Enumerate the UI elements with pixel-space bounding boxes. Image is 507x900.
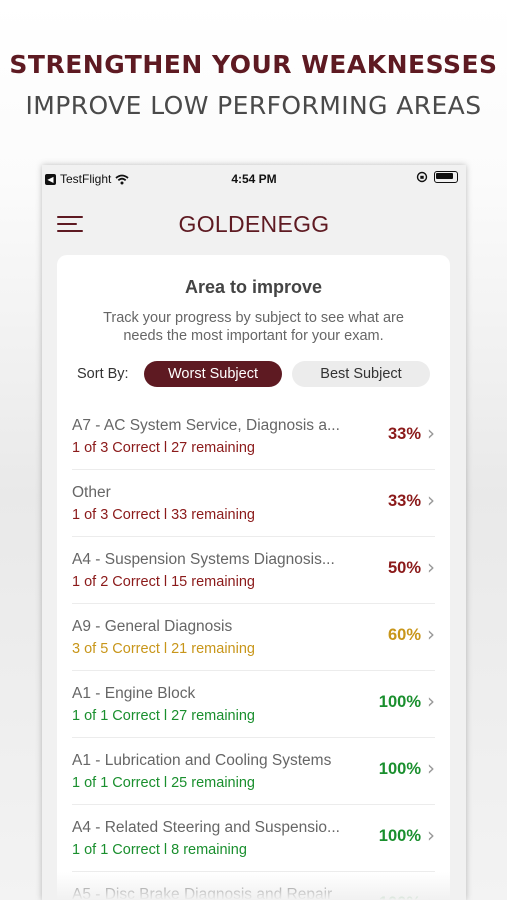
subject-title: A1 - Lubrication and Cooling Systems [72,752,332,769]
subject-status: 1 of 1 Correct l 27 remaining [72,708,255,724]
chevron-right-icon: › [427,622,435,646]
subject-percent: 50% [387,559,421,577]
sort-worst-subject-button[interactable]: Worst Subject [144,361,282,387]
battery-icon [434,171,458,183]
chevron-right-icon: › [427,488,435,512]
app-logo: GOLDENEGG [178,211,330,237]
status-time: 4:54 PM [231,172,277,186]
subject-row[interactable]: A7 - AC System Service, Diagnosis a... 1 … [72,403,435,470]
subject-percent: 33% [387,492,421,510]
subject-status: 3 of 5 Correct l 21 remaining [72,641,255,657]
subject-title: A7 - AC System Service, Diagnosis a... [72,417,340,434]
bottom-fade [42,872,466,900]
subject-percent: 60% [387,626,421,644]
subject-row[interactable]: A1 - Engine Block 1 of 1 Correct l 27 rem… [72,671,435,738]
subject-status: 1 of 1 Correct l 8 remaining [72,842,247,858]
subject-percent: 100% [378,693,421,711]
subject-row[interactable]: A4 - Related Steering and Suspensio... 1 … [72,805,435,872]
nav-bar: GOLDENEGG [42,203,466,245]
subject-list: A7 - AC System Service, Diagnosis a... 1 … [72,403,435,900]
subject-title: A4 - Suspension Systems Diagnosis... [72,551,335,568]
area-to-improve-card: Area to improve Track your progress by s… [57,255,450,900]
subject-row[interactable]: Other 1 of 3 Correct l 33 remaining 33% › [72,470,435,537]
rotation-lock-icon [416,171,428,183]
chevron-right-icon: › [427,823,435,847]
phone-screen: ◀ TestFlight 4:54 PM GOLDENEGG Area to i… [42,165,466,900]
subject-row[interactable]: A9 - General Diagnosis 3 of 5 Correct l 2… [72,604,435,671]
subject-row[interactable]: A1 - Lubrication and Cooling Systems 1 of… [72,738,435,805]
subject-title: A9 - General Diagnosis [72,618,233,635]
subject-percent: 100% [378,760,421,778]
subject-status: 1 of 3 Correct l 33 remaining [72,507,255,523]
chevron-right-icon: › [427,421,435,445]
subject-title: Other [72,484,111,501]
subject-status: 1 of 1 Correct l 25 remaining [72,775,255,791]
subject-title: A4 - Related Steering and Suspensio... [72,819,340,836]
sort-label: Sort By: [77,366,129,382]
card-title: Area to improve [184,277,323,297]
subject-title: A1 - Engine Block [72,685,196,702]
subject-status: 1 of 3 Correct l 27 remaining [72,440,255,456]
subject-status: 1 of 2 Correct l 15 remaining [72,574,255,590]
card-description: Track your progress by subject to see wh… [103,310,404,344]
sort-best-subject-button[interactable]: Best Subject [292,361,430,387]
chevron-right-icon: › [427,689,435,713]
sort-controls: Sort By: Worst Subject Best Subject [77,361,437,387]
subject-percent: 100% [378,827,421,845]
chevron-right-icon: › [427,555,435,579]
subject-percent: 33% [387,425,421,443]
status-bar: ◀ TestFlight 4:54 PM [42,165,466,191]
promo-headline: STRENGTHEN YOUR WEAKNESSES [9,50,498,79]
promo-subheadline: IMPROVE LOW PERFORMING AREAS [25,91,482,120]
subject-row[interactable]: A4 - Suspension Systems Diagnosis... 1 of… [72,537,435,604]
chevron-right-icon: › [427,756,435,780]
